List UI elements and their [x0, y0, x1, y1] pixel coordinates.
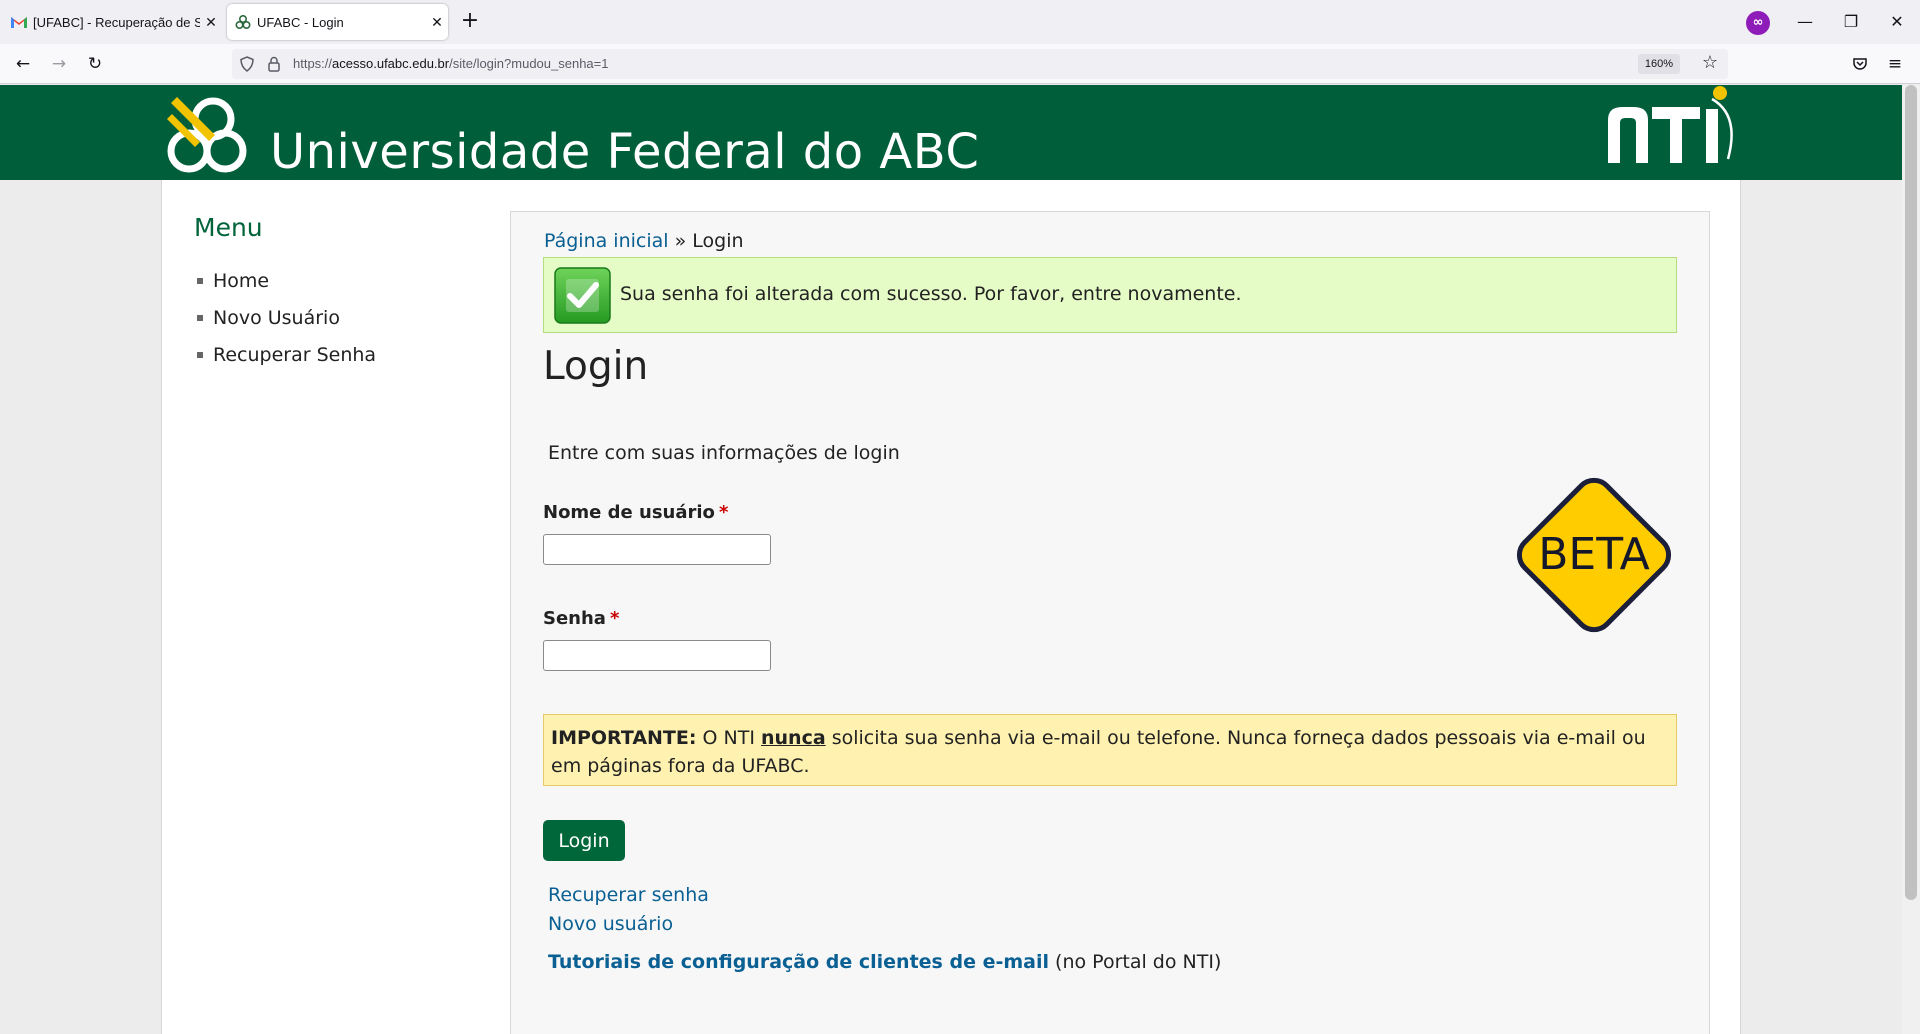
required-mark: * [609, 608, 620, 629]
address-bar[interactable]: https://acesso.ufabc.edu.br/site/login?m… [232, 49, 1728, 79]
username-label: Nome de usuário * [543, 502, 729, 523]
ufabc-icon [235, 14, 251, 30]
breadcrumb-current: Login [692, 230, 744, 252]
university-name: Universidade Federal do ABC [270, 124, 980, 180]
new-tab-button[interactable]: + [458, 10, 482, 34]
beta-badge-icon: BETA [1516, 477, 1672, 633]
browser-nav-bar: ← → ↻ https://acesso.ufabc.edu.br/site/l… [0, 44, 1920, 84]
private-browsing-icon: ∞ [1746, 11, 1770, 35]
login-intro-text: Entre com suas informações de login [548, 442, 900, 464]
tab-title: [UFABC] - Recuperação de Senha [33, 14, 200, 30]
sidebar: Menu Home Novo Usuário Recuperar Senha [194, 213, 474, 373]
close-tab-icon[interactable]: ✕ [200, 14, 222, 31]
recover-password-link[interactable]: Recuperar senha [548, 884, 709, 906]
restore-window-button[interactable]: ❐ [1828, 7, 1874, 37]
scrollbar-thumb[interactable] [1905, 85, 1917, 900]
tutorials-row: Tutoriais de configuração de clientes de… [548, 951, 1221, 973]
new-user-link[interactable]: Novo usuário [548, 913, 673, 935]
page-viewport: Universidade Federal do ABC Menu Home No… [0, 85, 1902, 1034]
sidebar-item-recuperar-senha[interactable]: Recuperar Senha [194, 336, 474, 373]
checkmark-icon [554, 267, 611, 324]
warning-emphasis: nunca [760, 727, 826, 749]
app-menu-icon[interactable]: ≡ [1881, 50, 1909, 78]
site-header: Universidade Federal do ABC [0, 85, 1902, 180]
back-button[interactable]: ← [9, 50, 37, 78]
page-title: Login [543, 344, 649, 389]
sidebar-item-label[interactable]: Home [213, 270, 269, 292]
success-message-text: Sua senha foi alterada com sucesso. Por … [620, 283, 1242, 305]
tab-ufabc-login[interactable]: UFABC - Login ✕ [227, 4, 448, 40]
tab-recuperacao-senha[interactable]: [UFABC] - Recuperação de Senha ✕ [0, 4, 222, 40]
login-button[interactable]: Login [543, 820, 625, 861]
shield-icon[interactable] [238, 55, 256, 73]
password-input[interactable] [543, 640, 771, 671]
page-container: Menu Home Novo Usuário Recuperar Senha P… [161, 180, 1741, 1034]
sidebar-item-novo-usuario[interactable]: Novo Usuário [194, 299, 474, 336]
pocket-icon[interactable] [1846, 50, 1874, 78]
main-content: Página inicial » Login Sua senha foi alt… [510, 211, 1710, 1034]
close-tab-icon[interactable]: ✕ [426, 14, 448, 31]
username-input[interactable] [543, 534, 771, 565]
gmail-icon [11, 14, 27, 30]
minimize-window-button[interactable]: — [1782, 7, 1828, 37]
bookmark-star-icon[interactable]: ☆ [1702, 52, 1718, 73]
tutorials-link[interactable]: Tutoriais de configuração de clientes de… [548, 951, 1049, 973]
breadcrumb-separator: » [674, 230, 687, 252]
success-message-box: Sua senha foi alterada com sucesso. Por … [543, 257, 1677, 333]
required-mark: * [718, 502, 729, 523]
breadcrumb: Página inicial » Login [544, 230, 744, 252]
close-window-button[interactable]: ✕ [1874, 7, 1920, 37]
warning-text-part1: O NTI [702, 727, 755, 749]
sidebar-menu: Home Novo Usuário Recuperar Senha [194, 262, 474, 373]
sidebar-title: Menu [194, 213, 263, 242]
password-label: Senha * [543, 608, 620, 629]
bullet-icon [197, 277, 203, 284]
sidebar-item-home[interactable]: Home [194, 262, 474, 299]
forward-button[interactable]: → [45, 50, 73, 78]
url-text[interactable]: https://acesso.ufabc.edu.br/site/login?m… [293, 56, 608, 71]
sidebar-item-label[interactable]: Novo Usuário [213, 307, 340, 329]
tab-title: UFABC - Login [257, 14, 344, 30]
security-warning-box: IMPORTANTE: O NTI nunca solicita sua sen… [543, 714, 1677, 786]
lock-icon[interactable] [265, 55, 283, 73]
tutorials-suffix: (no Portal do NTI) [1055, 951, 1222, 973]
reload-button[interactable]: ↻ [81, 50, 109, 78]
bullet-icon [197, 351, 203, 358]
sidebar-item-label[interactable]: Recuperar Senha [213, 344, 376, 366]
beta-badge-label: BETA [1538, 529, 1650, 580]
breadcrumb-home-link[interactable]: Página inicial [544, 230, 669, 252]
ufabc-logo: Universidade Federal do ABC [165, 89, 979, 180]
zoom-level-badge[interactable]: 160% [1637, 54, 1680, 74]
warning-strong-label: IMPORTANTE: [551, 727, 697, 749]
browser-tab-bar: [UFABC] - Recuperação de Senha ✕ UFABC -… [0, 0, 1920, 44]
ufabc-emblem-icon [167, 97, 247, 173]
page-scrollbar[interactable] [1902, 85, 1920, 1034]
nti-logo-icon [1608, 86, 1733, 163]
bullet-icon [197, 314, 203, 321]
